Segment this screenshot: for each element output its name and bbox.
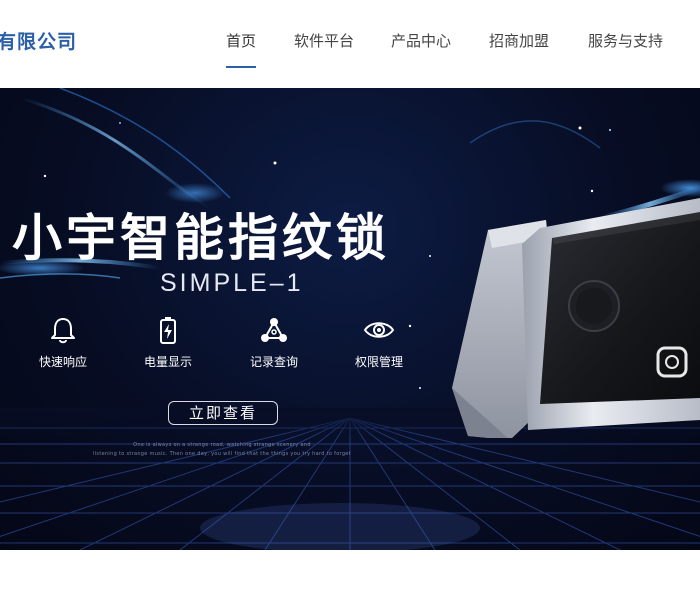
share-nodes-icon [261, 318, 287, 342]
bell-icon [51, 318, 75, 344]
eye-icon [363, 322, 395, 338]
nav-item-software-platform[interactable]: 软件平台 [294, 30, 354, 51]
battery-icon [160, 317, 176, 344]
hero-banner: 小宇智能指纹锁 SIMPLE–1 快速响应 电量显示 记录查询 权限管理 立即查… [0, 88, 700, 550]
feature-fast-response: 快速响应 [18, 316, 108, 370]
hero-subtitle: SIMPLE–1 [160, 269, 304, 297]
feature-record-query: 记录查询 [229, 316, 319, 370]
hero-tagline-line-1: One is always on a strange road, watchin… [133, 442, 311, 448]
site-header: 有限公司 首页 软件平台 产品中心 招商加盟 服务与支持 [0, 0, 700, 86]
nav-item-service-support[interactable]: 服务与支持 [588, 30, 663, 51]
fingerprint-lock-image [452, 198, 700, 438]
main-nav: 首页 软件平台 产品中心 招商加盟 服务与支持 [0, 0, 700, 86]
hero-title: 小宇智能指纹锁 [12, 209, 390, 267]
hero-tagline-line-2: listening to strange music. Then one day… [93, 451, 351, 457]
feature-label: 电量显示 [143, 355, 192, 369]
view-now-button[interactable]: 立即查看 [168, 401, 278, 425]
feature-permission-management: 权限管理 [334, 316, 424, 370]
feature-label: 权限管理 [354, 355, 403, 369]
active-nav-indicator [226, 66, 256, 68]
nav-item-franchise[interactable]: 招商加盟 [489, 30, 549, 51]
feature-label: 快速响应 [38, 355, 87, 369]
feature-battery-display: 电量显示 [123, 316, 213, 370]
nav-item-product-center[interactable]: 产品中心 [391, 30, 451, 51]
feature-label: 记录查询 [249, 355, 298, 369]
nav-item-home[interactable]: 首页 [226, 30, 256, 51]
